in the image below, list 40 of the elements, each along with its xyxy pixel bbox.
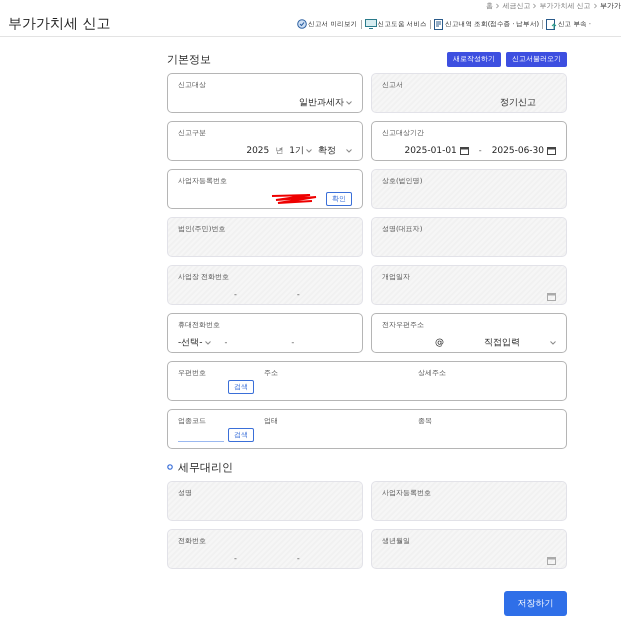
field-value: 정기신고: [500, 97, 536, 109]
page-title: 부가가치세 신고: [8, 15, 112, 33]
phone-separator: -: [296, 290, 300, 299]
monitor-icon: [364, 19, 376, 29]
chevron-down-icon: [204, 340, 210, 344]
end-date[interactable]: 2025-06-30: [492, 146, 544, 156]
phone-separator: -: [234, 290, 237, 299]
calendar-icon[interactable]: [547, 146, 556, 155]
breadcrumb-chevron-icon: [496, 3, 500, 9]
term-select[interactable]: 1기: [289, 144, 312, 157]
carrier-select[interactable]: -선택-: [178, 336, 210, 349]
year-unit: 년: [275, 145, 284, 156]
section-title: 기본정보: [167, 52, 211, 66]
bullet-icon: [167, 464, 173, 470]
phone-separator: -: [296, 554, 300, 563]
start-date[interactable]: 2025-01-01: [404, 146, 457, 156]
year-value: 2025: [246, 146, 270, 156]
breadcrumb-chevron-icon: [594, 3, 597, 9]
chevron-down-icon: [346, 148, 352, 152]
section-title: 세무대리인: [178, 460, 233, 474]
status-select[interactable]: 확정: [318, 144, 352, 157]
domain-select[interactable]: 직접입력: [484, 336, 556, 349]
check-circle-icon: [297, 19, 307, 29]
nav-divider: [430, 20, 431, 28]
phone-separator: -: [224, 338, 228, 347]
calendar-icon[interactable]: [460, 146, 469, 155]
chevron-down-icon: [306, 148, 312, 152]
document-icon: [434, 18, 444, 30]
select-field[interactable]: 일반과세자: [299, 96, 352, 109]
nav-divider: [542, 20, 543, 28]
at-sign: @: [435, 338, 444, 348]
chevron-down-icon: [550, 340, 556, 344]
range-separator: -: [478, 146, 482, 155]
document-upload-icon: [546, 18, 557, 30]
nav-divider: [360, 20, 362, 28]
phone-separator: -: [291, 338, 294, 347]
breadcrumb-chevron-icon: [533, 3, 536, 9]
phone-separator: -: [234, 554, 237, 563]
chevron-down-icon: [346, 100, 352, 104]
save-button[interactable]: 저장하기: [504, 591, 567, 616]
